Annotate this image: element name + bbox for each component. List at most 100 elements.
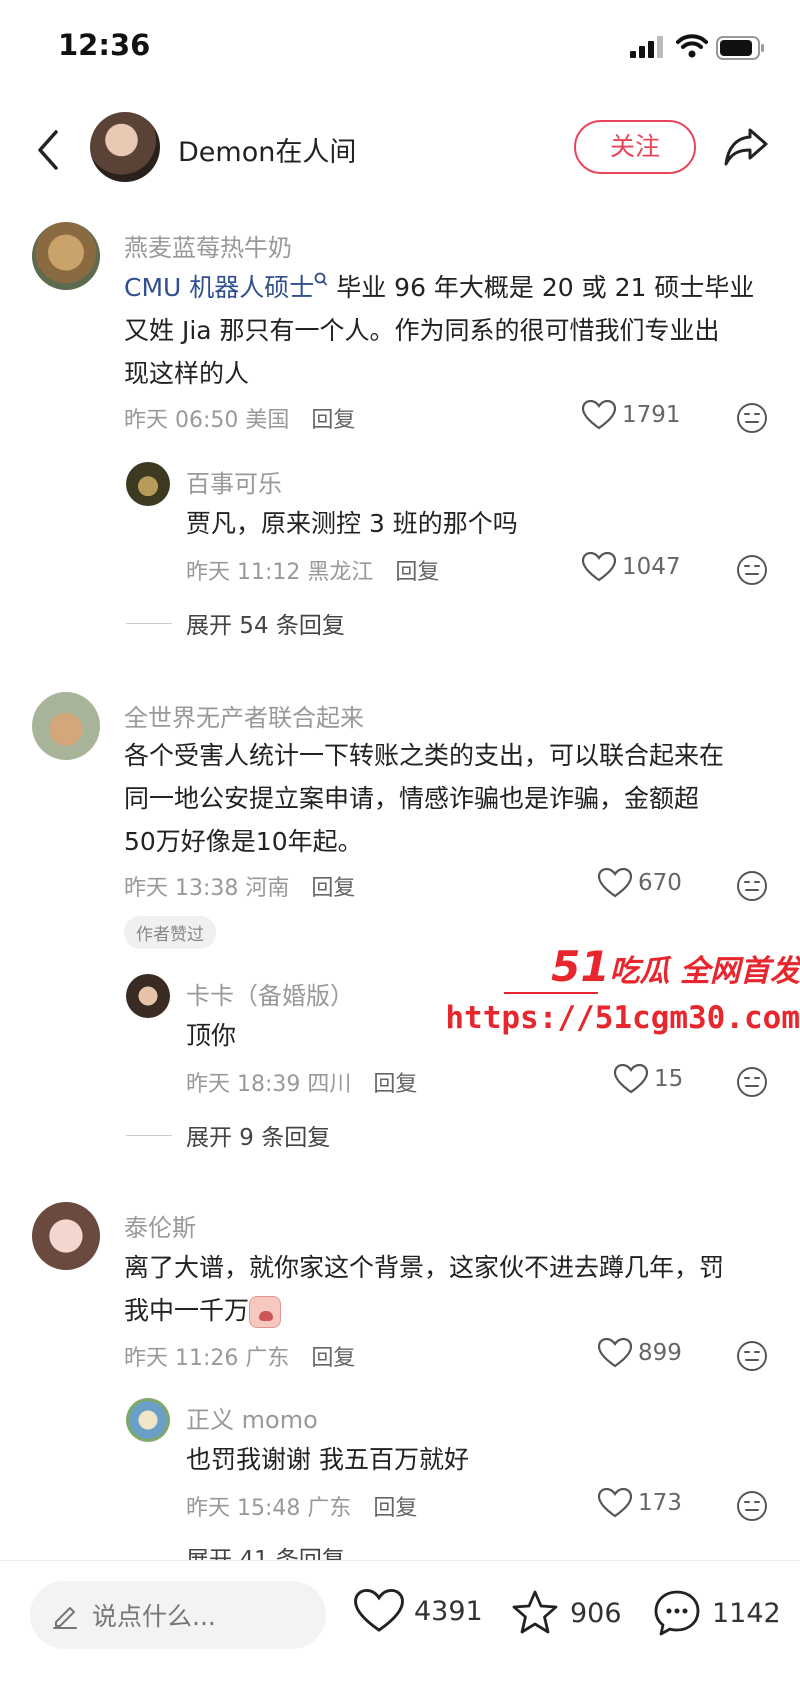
post-favorite-button[interactable]: 906 <box>510 1589 622 1637</box>
emoji-reaction-icon[interactable] <box>736 402 768 434</box>
comment-bubble-icon <box>654 1590 700 1636</box>
user-avatar[interactable] <box>126 1398 170 1442</box>
like-count: 173 <box>638 1490 682 1516</box>
comment-time-location: 昨天 06:50 美国 <box>124 408 290 433</box>
reply-button[interactable]: 回复 <box>395 560 439 585</box>
comment-input[interactable]: 说点什么... <box>30 1581 326 1649</box>
cellular-signal-icon <box>630 36 663 58</box>
share-icon[interactable] <box>722 124 770 170</box>
reply-meta: 昨天 15:48 广东 回复 <box>186 1490 417 1522</box>
comment-text-line: 现这样的人 <box>124 359 250 388</box>
reply-text: 顶你 <box>186 1021 237 1050</box>
reply-username[interactable]: 正义 momo <box>186 1400 318 1435</box>
comment-username[interactable]: 全世界无产者联合起来 <box>124 698 364 733</box>
divider <box>126 622 172 624</box>
reply-like-button[interactable]: 1047 <box>582 552 681 582</box>
emoji-reaction-icon[interactable] <box>736 1490 768 1522</box>
watermark-line <box>504 992 598 994</box>
crying-emoji-icon <box>249 1296 282 1328</box>
post-comment-button[interactable]: 1142 <box>652 1589 781 1637</box>
status-bar: 12:36 <box>0 0 800 96</box>
search-icon <box>314 272 328 286</box>
expand-replies-label: 展开 54 条回复 <box>186 613 345 639</box>
battery-icon <box>716 36 764 60</box>
reply-username[interactable]: 卡卡（备婚版） <box>186 976 354 1011</box>
reply-text: 贾凡，原来测控 3 班的那个吗 <box>186 509 518 538</box>
heart-icon <box>598 868 632 898</box>
user-avatar[interactable] <box>32 1202 100 1270</box>
reply-username[interactable]: 百事可乐 <box>186 464 282 499</box>
comment-text-line: 毕业 96 年大概是 20 或 21 硕士毕业 <box>328 273 755 302</box>
pencil-icon <box>53 1607 77 1629</box>
post-favorite-count: 906 <box>570 1597 622 1629</box>
comment-text-line: 各个受害人统计一下转账之类的支出，可以联合起来在 <box>124 741 725 770</box>
follow-button[interactable]: 关注 <box>574 120 696 174</box>
status-time: 12:36 <box>58 28 151 62</box>
comment-text: CMU 机器人硕士 毕业 96 年大概是 20 或 21 硕士毕业 又姓 Jia… <box>124 266 774 395</box>
divider <box>126 1134 172 1136</box>
like-count: 15 <box>654 1066 684 1092</box>
expand-replies-button[interactable]: 展开 54 条回复 <box>126 606 345 640</box>
heart-icon <box>582 400 616 430</box>
post-comment-count: 1142 <box>712 1597 781 1629</box>
reply-button[interactable]: 回复 <box>373 1072 417 1097</box>
bottom-action-bar: 说点什么... 4391 906 1142 <box>0 1560 800 1693</box>
user-avatar[interactable] <box>32 692 100 760</box>
emoji-reaction-icon[interactable] <box>736 1066 768 1098</box>
watermark-text: 吃瓜 全网首发 <box>609 954 800 989</box>
reply-meta: 昨天 11:12 黑龙江 回复 <box>186 554 439 586</box>
reply-button[interactable]: 回复 <box>373 1496 417 1521</box>
like-count: 899 <box>638 1340 682 1366</box>
user-avatar[interactable] <box>126 462 170 506</box>
heart-icon <box>598 1488 632 1518</box>
post-like-button[interactable]: 4391 <box>354 1589 483 1633</box>
comment-text-line: 我中一千万 <box>124 1296 250 1325</box>
user-avatar[interactable] <box>32 222 100 290</box>
reply-like-button[interactable]: 173 <box>598 1488 682 1518</box>
watermark-url: https://51cgm30.com <box>445 1000 800 1036</box>
wifi-icon <box>676 34 708 58</box>
comment-username[interactable]: 燕麦蓝莓热牛奶 <box>124 228 292 263</box>
comment-like-button[interactable]: 899 <box>598 1338 682 1368</box>
comment-meta: 昨天 06:50 美国 回复 <box>124 402 355 434</box>
post-header: Demon在人间 关注 <box>0 96 800 206</box>
reply-meta: 昨天 18:39 四川 回复 <box>186 1066 417 1098</box>
reply-button[interactable]: 回复 <box>311 876 355 901</box>
emoji-reaction-icon[interactable] <box>736 870 768 902</box>
back-arrow-icon[interactable] <box>30 124 66 176</box>
expand-replies-label: 展开 9 条回复 <box>186 1125 331 1151</box>
topic-link[interactable]: CMU 机器人硕士 <box>124 273 314 302</box>
like-count: 1791 <box>622 402 681 428</box>
emoji-reaction-icon[interactable] <box>736 554 768 586</box>
author-name[interactable]: Demon在人间 <box>178 130 356 169</box>
expand-replies-button[interactable]: 展开 9 条回复 <box>126 1118 330 1152</box>
reply-time-location: 昨天 18:39 四川 <box>186 1072 352 1097</box>
comment-text: 离了大谱，就你家这个背景，这家伙不进去蹲几年，罚 我中一千万 <box>124 1246 784 1332</box>
reply-text: 也罚我谢谢 我五百万就好 <box>186 1445 469 1474</box>
post-like-count: 4391 <box>414 1595 483 1627</box>
reply-time-location: 昨天 15:48 广东 <box>186 1496 352 1521</box>
watermark-number: 51 <box>551 942 610 991</box>
heart-icon <box>614 1064 648 1094</box>
comment-input-placeholder: 说点什么... <box>92 1602 216 1631</box>
reply-button[interactable]: 回复 <box>311 408 355 433</box>
emoji-reaction-icon[interactable] <box>736 1340 768 1372</box>
reply-button[interactable]: 回复 <box>311 1346 355 1371</box>
comment-text: 各个受害人统计一下转账之类的支出，可以联合起来在 同一地公安提立案申请，情感诈骗… <box>124 734 784 863</box>
author-liked-badge: 作者赞过 <box>124 916 216 949</box>
author-avatar[interactable] <box>90 112 160 182</box>
comment-text-line: 同一地公安提立案申请，情感诈骗也是诈骗，金额超 <box>124 784 700 813</box>
reply-time-location: 昨天 11:12 黑龙江 <box>186 560 374 585</box>
reply-like-button[interactable]: 15 <box>614 1064 683 1094</box>
comment-meta: 昨天 11:26 广东 回复 <box>124 1340 355 1372</box>
comment-text-line: 50万好像是10年起。 <box>124 827 363 856</box>
comment-username[interactable]: 泰伦斯 <box>124 1208 196 1243</box>
watermark-title: 51吃瓜 全网首发 <box>551 942 800 991</box>
comment-like-button[interactable]: 1791 <box>582 400 681 430</box>
like-count: 670 <box>638 870 682 896</box>
comment-text-line: 离了大谱，就你家这个背景，这家伙不进去蹲几年，罚 <box>124 1253 725 1282</box>
star-icon <box>512 1590 558 1634</box>
like-count: 1047 <box>622 554 681 580</box>
user-avatar[interactable] <box>126 974 170 1018</box>
comment-like-button[interactable]: 670 <box>598 868 682 898</box>
